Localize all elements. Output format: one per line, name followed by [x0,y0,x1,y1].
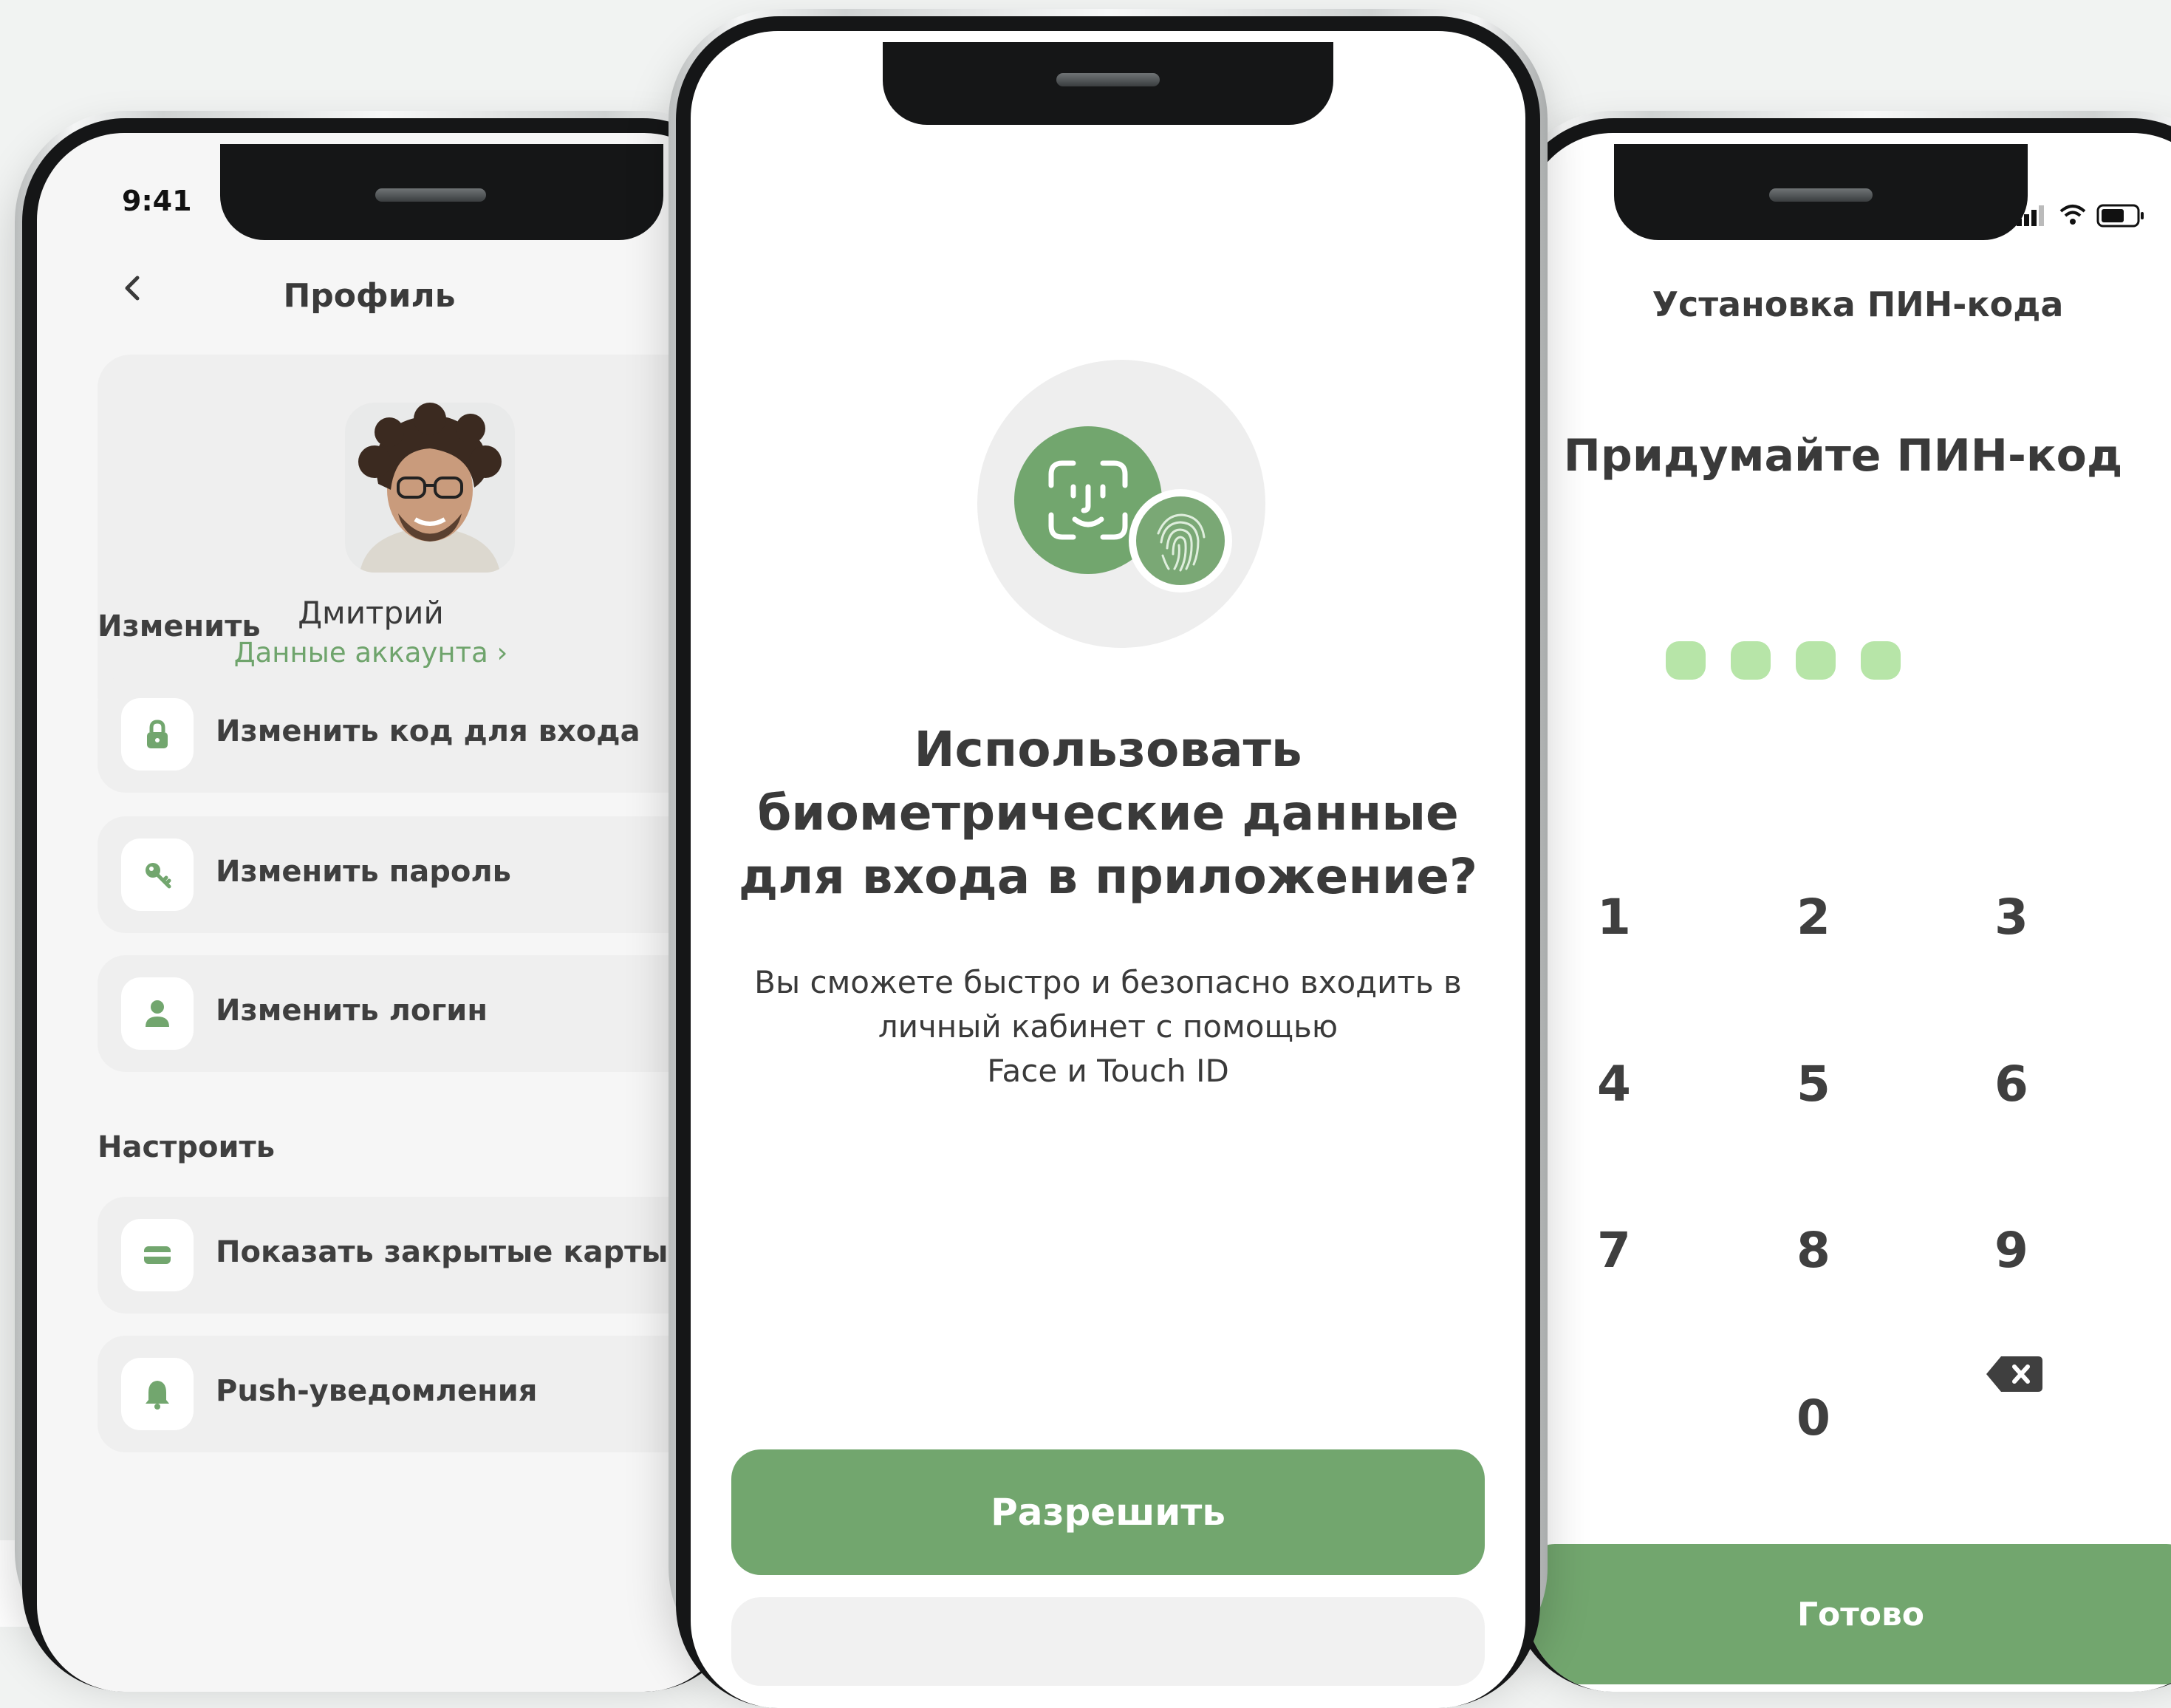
status-bar-icons [2017,204,2144,228]
icon-box [121,698,194,771]
profile-card: Дмитрий Данные аккаунта › [98,355,731,728]
pin-phone: Установка ПИН-кода Придумайте ПИН-код 1 … [1503,111,2171,1692]
icon-box [121,1219,194,1291]
key-0[interactable]: 0 [1754,1374,1873,1463]
section-change-label: Изменить [98,609,261,643]
biometric-illustration [977,360,1265,648]
key-2[interactable]: 2 [1754,873,1873,962]
key-5[interactable]: 5 [1754,1040,1873,1129]
lock-icon [147,720,168,748]
user-icon [146,1000,169,1027]
menu-item-label: Изменить код для входа [216,714,640,748]
pin-prompt: Придумайте ПИН-код [1563,430,2123,482]
page-title: Профиль [283,277,456,315]
key-4[interactable]: 4 [1555,1040,1673,1129]
pin-dots [1666,641,1961,680]
phone-notch [220,144,663,240]
fingerprint-inner [1136,496,1225,585]
push-notifications-item[interactable]: Push-уведомления [98,1336,731,1452]
pin-screen: Установка ПИН-кода Придумайте ПИН-код 1 … [1525,133,2171,1692]
pin-dot [1731,641,1771,680]
speaker [1769,188,1873,202]
allow-button[interactable]: Разрешить [731,1449,1485,1575]
description-line: личный кабинет с помощью [878,1008,1339,1045]
speaker [375,188,486,202]
avatar[interactable] [345,403,515,573]
menu-item-label: Показать закрытые карты [216,1235,669,1269]
biometrics-description: Вы сможете быстро и безопасно входить в … [720,960,1496,1093]
biometrics-phone: Использовать биометрические данные для в… [669,9,1548,1708]
icon-box [121,1358,194,1430]
secondary-button[interactable] [731,1597,1485,1686]
pin-dot [1861,641,1901,680]
change-pin-item[interactable]: Изменить код для входа [98,676,731,793]
key-icon [146,863,171,889]
avatar-portrait [345,403,515,573]
backspace-icon[interactable] [1985,1353,2044,1395]
icon-box [121,838,194,911]
biometrics-title: Использовать биометрические данные для в… [738,721,1478,905]
key-6[interactable]: 6 [1952,1040,2071,1129]
key-8[interactable]: 8 [1754,1206,1873,1295]
menu-item-label: Изменить логин [216,994,488,1028]
pin-dot [1796,641,1836,680]
profile-phone: 9:41 Профиль Дмитрий Данные аккаунта › И… [15,111,753,1692]
menu-item-label: Push-уведомления [216,1374,538,1408]
biometrics-screen: Использовать биометрические данные для в… [691,31,1525,1708]
status-time: 9:41 [122,185,192,217]
key-3[interactable]: 3 [1952,873,2071,962]
card-icon [144,1246,171,1264]
bell-icon [146,1381,169,1410]
key-7[interactable]: 7 [1555,1206,1673,1295]
change-password-item[interactable]: Изменить пароль [98,816,731,933]
change-login-item[interactable]: Изменить логин [98,955,731,1072]
key-9[interactable]: 9 [1952,1206,2071,1295]
key-1[interactable]: 1 [1555,873,1673,962]
icon-box [121,977,194,1050]
fingerprint-badge [1129,489,1232,592]
show-closed-cards-item[interactable]: Показать закрытые карты [98,1197,731,1314]
speaker [1056,73,1160,86]
done-button[interactable]: Готово [1525,1544,2171,1684]
section-settings-label: Настроить [98,1130,275,1164]
fingerprint-icon [1157,513,1206,572]
description-line: Face и Touch ID [987,1053,1229,1089]
description-line: Вы сможете быстро и безопасно входить в [754,964,1462,1000]
pin-dot [1666,641,1706,680]
pin-page-title: Установка ПИН-кода [1652,284,2064,324]
menu-item-label: Изменить пароль [216,855,511,889]
phone-notch [883,42,1333,125]
profile-screen: 9:41 Профиль Дмитрий Данные аккаунта › И… [37,133,731,1692]
phone-notch [1614,144,2028,240]
